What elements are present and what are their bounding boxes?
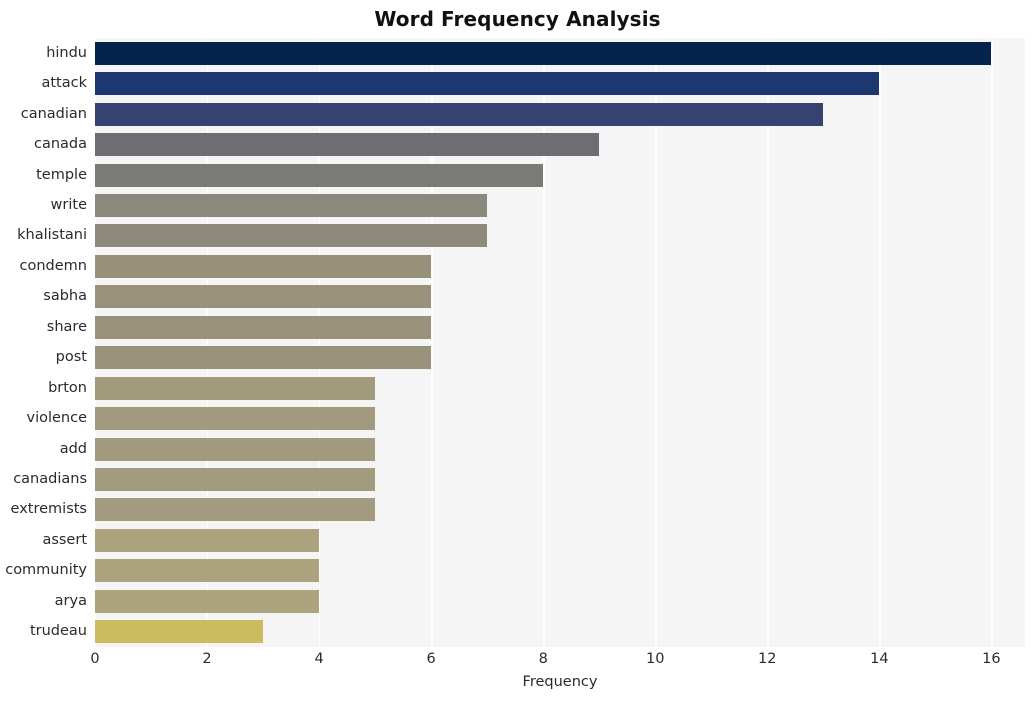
- chart-title: Word Frequency Analysis: [374, 7, 661, 31]
- y-tick-label-canadians: canadians: [13, 471, 87, 488]
- x-axis-title: Frequency: [522, 674, 598, 690]
- y-tick-label-violence: violence: [26, 410, 87, 427]
- y-tick-label-write: write: [50, 196, 87, 213]
- bar-temple: [95, 163, 544, 187]
- bar-assert: [95, 528, 320, 552]
- y-tick-label-condemn: condemn: [19, 257, 87, 274]
- bar-arya: [95, 589, 320, 613]
- x-axis-tick-labels: 0 2 4 6 8 10 12 14 16: [90, 647, 1025, 675]
- bar-community: [95, 559, 320, 583]
- bar-share: [95, 315, 432, 339]
- y-tick-label-share: share: [46, 318, 87, 335]
- y-tick-label-hindu: hindu: [46, 44, 87, 61]
- bar-write: [95, 193, 488, 217]
- y-tick-label-sabha: sabha: [43, 288, 87, 305]
- bar-canada: [95, 133, 600, 157]
- bar-khalistani: [95, 224, 488, 248]
- bar-violence: [95, 407, 376, 431]
- y-tick-label-community: community: [5, 562, 87, 579]
- x-tick-label-4: 4: [314, 651, 324, 667]
- y-tick-label-arya: arya: [54, 592, 87, 609]
- bar-attack: [95, 72, 880, 96]
- y-tick-label-assert: assert: [42, 531, 87, 548]
- bar-hindu: [95, 41, 992, 65]
- bar-sabha: [95, 285, 432, 309]
- bar-add: [95, 437, 376, 461]
- x-tick-label-10: 10: [646, 651, 665, 667]
- x-tick-label-16: 16: [982, 651, 1001, 667]
- x-tick-label-12: 12: [758, 651, 777, 667]
- plot-area: [95, 38, 1025, 647]
- bars-container: [95, 38, 1025, 647]
- y-tick-label-extremists: extremists: [10, 501, 87, 518]
- bar-condemn: [95, 254, 432, 278]
- bar-brton: [95, 376, 376, 400]
- bar-canadian: [95, 102, 824, 126]
- y-tick-label-attack: attack: [41, 75, 87, 92]
- x-tick-label-14: 14: [870, 651, 889, 667]
- y-tick-label-khalistani: khalistani: [17, 227, 87, 244]
- bar-trudeau: [95, 620, 264, 644]
- y-tick-label-trudeau: trudeau: [29, 623, 87, 640]
- y-axis-tick-labels: hindu attack canadian canada temple write khal…: [0, 38, 95, 647]
- word-frequency-chart: Word Frequency Analysis hindu attack canad…: [0, 0, 1035, 701]
- bar-canadians: [95, 468, 376, 492]
- y-tick-label-canadian: canadian: [20, 105, 87, 122]
- bar-post: [95, 346, 432, 370]
- x-tick-label-8: 8: [538, 651, 548, 667]
- y-tick-label-brton: brton: [48, 379, 87, 396]
- x-tick-label-6: 6: [426, 651, 436, 667]
- x-tick-label-0: 0: [90, 651, 100, 667]
- y-tick-label-canada: canada: [33, 136, 87, 153]
- y-tick-label-add: add: [59, 440, 87, 457]
- y-tick-label-post: post: [55, 349, 87, 366]
- x-tick-label-2: 2: [202, 651, 212, 667]
- y-tick-label-temple: temple: [36, 166, 87, 183]
- bar-extremists: [95, 498, 376, 522]
